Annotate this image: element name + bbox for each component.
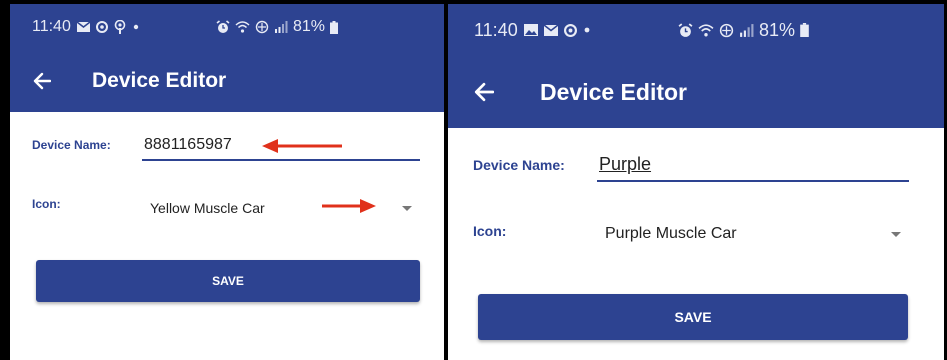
status-time: 11:40	[32, 18, 71, 35]
app-bar: Device Editor	[10, 50, 444, 112]
hotspot-icon	[719, 23, 734, 38]
podcast-icon	[114, 20, 126, 34]
save-button[interactable]: SAVE	[478, 294, 908, 340]
app-bar: Device Editor	[448, 56, 944, 128]
icon-select[interactable]: Purple Muscle Car	[597, 218, 909, 250]
gallery-icon	[523, 24, 538, 36]
alarm-icon	[678, 22, 693, 38]
dot-icon	[583, 26, 591, 34]
annotation-arrow-right-icon	[322, 199, 376, 213]
status-bar: 11:40 81%	[448, 4, 944, 56]
back-arrow-icon	[33, 72, 51, 90]
status-bar: 11:40 81%	[10, 4, 444, 50]
device-name-label: Device Name:	[32, 138, 111, 152]
data-saver-icon	[95, 21, 108, 33]
wifi-icon	[235, 21, 250, 33]
mail-icon	[543, 24, 558, 36]
alarm-icon	[216, 20, 230, 34]
icon-label: Icon:	[32, 197, 61, 211]
page-title: Device Editor	[540, 78, 687, 105]
device-name-input[interactable]	[597, 152, 909, 182]
signal-icon	[274, 21, 288, 33]
save-button[interactable]: SAVE	[36, 260, 420, 302]
wifi-icon	[698, 23, 714, 37]
back-arrow-icon	[474, 82, 494, 102]
dot-icon	[132, 23, 140, 31]
icon-label: Icon:	[473, 223, 507, 239]
phone-screen-right: 11:40 81% Device Editor Device Name: Pur…	[448, 4, 944, 360]
mail-icon	[76, 22, 90, 32]
battery-percentage: 81%	[293, 18, 326, 35]
phone-screen-left: 11:40 81% Device Editor Device Name: 888…	[10, 4, 444, 360]
page-title: Device Editor	[92, 69, 227, 92]
hotspot-icon	[255, 20, 269, 34]
battery-icon	[800, 23, 809, 37]
dropdown-caret-icon	[402, 205, 412, 211]
data-saver-icon	[563, 23, 577, 37]
battery-percentage: 81%	[759, 19, 796, 40]
icon-select-value: Purple Muscle Car	[605, 225, 737, 242]
status-time: 11:40	[474, 19, 518, 40]
back-button[interactable]	[22, 61, 62, 101]
back-button[interactable]	[462, 70, 506, 114]
signal-icon	[739, 23, 754, 37]
icon-select-value: Yellow Muscle Car	[150, 200, 265, 216]
annotation-arrow-left-icon	[262, 139, 342, 153]
dropdown-caret-icon	[891, 231, 901, 237]
battery-icon	[330, 20, 339, 34]
icon-select[interactable]: Yellow Muscle Car	[142, 194, 420, 222]
device-name-label: Device Name:	[473, 157, 565, 173]
